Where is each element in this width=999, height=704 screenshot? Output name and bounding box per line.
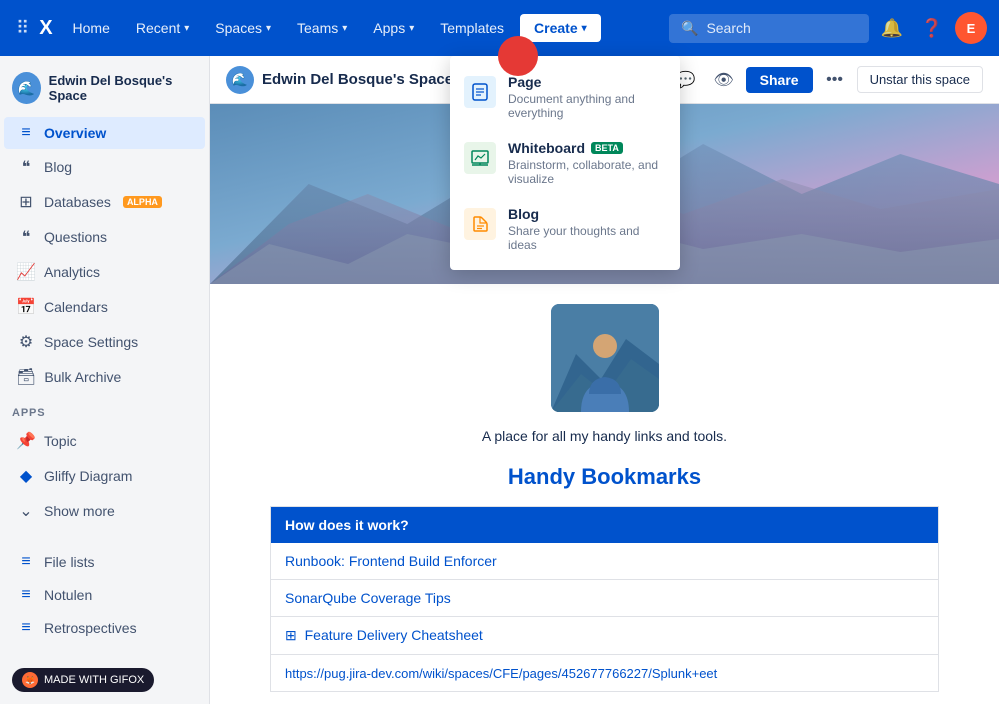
space-header-actions: ✏ 💬 👁 Share ••• Unstar this space	[632, 64, 983, 96]
chevron-down-icon: ▾	[582, 23, 587, 34]
chevron-down-icon: ⌄	[16, 501, 36, 521]
bookmark-link-3[interactable]: ⊞ ⊞ Feature Delivery Cheatsheet Feature …	[285, 627, 483, 643]
bookmark-link-2[interactable]: SonarQube Coverage Tips	[285, 590, 451, 606]
blog-item-desc: Share your thoughts and ideas	[508, 224, 666, 252]
sidebar-item-topic[interactable]: 📌 Topic	[4, 424, 205, 458]
more-options-button[interactable]: •••	[819, 64, 851, 96]
space-icon-sm: 🌊	[226, 66, 254, 94]
chevron-down-icon: ▾	[409, 23, 414, 34]
nav-teams[interactable]: Teams ▾	[287, 14, 357, 42]
nav-recent[interactable]: Recent ▾	[126, 14, 199, 42]
sidebar-item-calendars[interactable]: 📅 Calendars	[4, 290, 205, 324]
dropdown-item-blog-info: Blog Share your thoughts and ideas	[508, 206, 666, 252]
sidebar-item-analytics[interactable]: 📈 Analytics	[4, 255, 205, 289]
page-item-title: Page	[508, 74, 666, 90]
archive-icon: 🗃	[16, 367, 36, 387]
notifications-button[interactable]: 🔔	[875, 11, 909, 45]
unstar-button[interactable]: Unstar this space	[857, 66, 983, 93]
nav-home[interactable]: Home	[63, 14, 120, 42]
gifox-badge: 🦊 MADE WITH GIFOX	[12, 668, 154, 692]
calendars-icon: 📅	[16, 297, 36, 317]
create-dropdown: Page Document anything and everything Wh…	[450, 56, 680, 270]
profile-image	[551, 304, 659, 412]
shortcuts-section-label	[0, 529, 209, 545]
dropdown-item-blog[interactable]: Blog Share your thoughts and ideas	[450, 196, 680, 262]
table-header: How does it work?	[271, 507, 939, 544]
whiteboard-dropdown-icon	[464, 142, 496, 174]
search-bar[interactable]: 🔍 Search	[669, 14, 869, 43]
dropdown-item-page-info: Page Document anything and everything	[508, 74, 666, 120]
settings-icon: ⚙	[16, 332, 36, 352]
bookmarks-title: Handy Bookmarks	[270, 464, 939, 490]
beta-badge: BETA	[591, 142, 623, 154]
sidebar-item-gliffy[interactable]: ◆ Gliffy Diagram	[4, 459, 205, 493]
help-button[interactable]: ❓	[915, 11, 949, 45]
tagline: A place for all my handy links and tools…	[270, 428, 939, 444]
questions-icon: ❝	[16, 227, 36, 247]
page-content: A place for all my handy links and tools…	[210, 284, 999, 704]
dropdown-item-whiteboard-info: Whiteboard BETA Brainstorm, collaborate,…	[508, 140, 666, 186]
chevron-down-icon: ▾	[184, 23, 189, 34]
page-icon-inline: ⊞	[285, 627, 297, 643]
overview-icon: ≡	[16, 124, 36, 142]
notulen-icon: ≡	[16, 586, 36, 604]
sidebar-item-bulk-archive[interactable]: 🗃 Bulk Archive	[4, 360, 205, 394]
top-nav: ⠿ X Home Recent ▾ Spaces ▾ Teams ▾ Apps …	[0, 0, 999, 56]
nav-templates[interactable]: Templates	[430, 14, 514, 42]
sidebar-item-questions[interactable]: ❝ Questions	[4, 220, 205, 254]
alpha-badge: ALPHA	[123, 196, 162, 208]
blog-dropdown-icon	[464, 208, 496, 240]
avatar[interactable]: E	[955, 12, 987, 44]
sidebar-item-blog[interactable]: ❝ Blog +	[4, 150, 205, 184]
share-button[interactable]: Share	[746, 67, 813, 93]
gifox-icon: 🦊	[22, 672, 38, 688]
databases-icon: ⊞	[16, 192, 36, 212]
chevron-down-icon: ▾	[342, 23, 347, 34]
blog-item-title: Blog	[508, 206, 666, 222]
sidebar-show-more[interactable]: ⌄ Show more	[4, 494, 205, 528]
file-list-icon: ≡	[16, 553, 36, 571]
sidebar-item-overview[interactable]: ≡ Overview	[4, 117, 205, 149]
gliffy-icon: ◆	[16, 466, 36, 486]
dropdown-item-page[interactable]: Page Document anything and everything	[450, 64, 680, 130]
whiteboard-item-title: Whiteboard	[508, 140, 585, 156]
apps-section-label: APPS	[0, 395, 209, 423]
table-row: https://pug.jira-dev.com/wiki/spaces/CFE…	[271, 655, 939, 692]
bookmark-link-4[interactable]: https://pug.jira-dev.com/wiki/spaces/CFE…	[285, 666, 717, 681]
analytics-icon: 📈	[16, 262, 36, 282]
table-row: ⊞ ⊞ Feature Delivery Cheatsheet Feature …	[271, 617, 939, 655]
topic-icon: 📌	[16, 431, 36, 451]
page-dropdown-icon	[464, 76, 496, 108]
logo[interactable]: X	[39, 17, 52, 40]
sidebar-item-notulen[interactable]: ≡ Notulen	[4, 579, 205, 611]
space-icon: 🌊	[12, 72, 41, 104]
nav-spaces[interactable]: Spaces ▾	[205, 14, 281, 42]
nav-apps[interactable]: Apps ▾	[363, 14, 424, 42]
sidebar-item-space-settings[interactable]: ⚙ Space Settings	[4, 325, 205, 359]
profile-person-svg	[551, 304, 659, 412]
sidebar: 🌊 Edwin Del Bosque's Space ≡ Overview ❝ …	[0, 56, 210, 704]
apps-grid-icon[interactable]: ⠿	[12, 14, 33, 43]
retrospectives-icon: ≡	[16, 619, 36, 637]
sidebar-item-retrospectives[interactable]: ≡ Retrospectives	[4, 612, 205, 644]
space-title-text: Edwin Del Bosque's Space	[262, 71, 453, 88]
chevron-down-icon: ▾	[266, 23, 271, 34]
sidebar-space-header[interactable]: 🌊 Edwin Del Bosque's Space	[0, 64, 209, 116]
create-button[interactable]: Create ▾	[520, 14, 601, 42]
dropdown-item-whiteboard[interactable]: Whiteboard BETA Brainstorm, collaborate,…	[450, 130, 680, 196]
watch-button[interactable]: 👁	[708, 64, 740, 96]
search-icon: 🔍	[681, 20, 698, 37]
table-row: Runbook: Frontend Build Enforcer	[271, 543, 939, 580]
sidebar-item-databases[interactable]: ⊞ Databases ALPHA	[4, 185, 205, 219]
bookmarks-table: How does it work? Runbook: Frontend Buil…	[270, 506, 939, 692]
blog-icon: ❝	[16, 157, 36, 177]
whiteboard-item-desc: Brainstorm, collaborate, and visualize	[508, 158, 666, 186]
gifox-label: MADE WITH GIFOX	[44, 674, 144, 686]
bookmark-link-1[interactable]: Runbook: Frontend Build Enforcer	[285, 553, 497, 569]
sidebar-item-file-lists[interactable]: ≡ File lists	[4, 546, 205, 578]
page-item-desc: Document anything and everything	[508, 92, 666, 120]
sidebar-space-name: Edwin Del Bosque's Space	[49, 73, 197, 103]
table-row: SonarQube Coverage Tips	[271, 580, 939, 617]
